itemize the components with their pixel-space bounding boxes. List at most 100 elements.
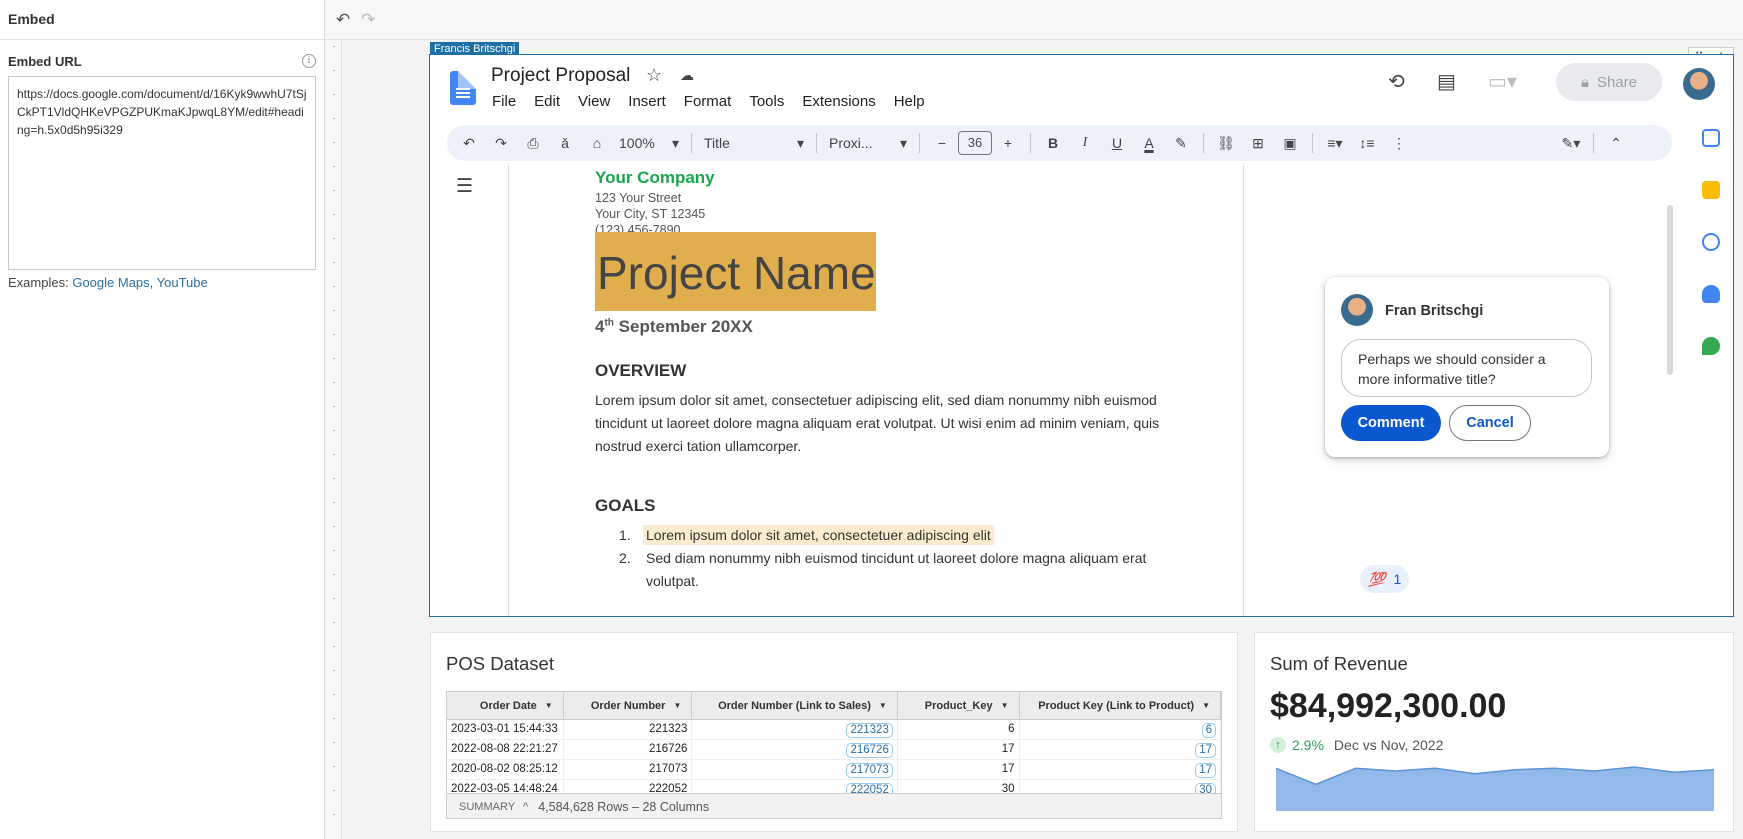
print-icon[interactable]: ⎙ xyxy=(517,129,549,157)
font-size-input[interactable]: 36 xyxy=(958,131,992,155)
undo-icon[interactable]: ↶ xyxy=(336,10,350,30)
cancel-button[interactable]: Cancel xyxy=(1449,405,1531,441)
text-color-icon[interactable]: A xyxy=(1133,129,1165,157)
menu-help[interactable]: Help xyxy=(894,93,925,110)
table-row[interactable]: 2020-08-02 08:25:12 217073 217073 17 17 xyxy=(447,760,1221,780)
redo-icon[interactable]: ↷ xyxy=(485,129,517,157)
undo-icon[interactable]: ↶ xyxy=(453,129,485,157)
version-history-icon[interactable]: ⟲ xyxy=(1388,69,1405,94)
ruler-tick xyxy=(333,502,335,503)
doc-title[interactable]: Project Proposal xyxy=(491,65,630,87)
redo-icon[interactable]: ↷ xyxy=(361,10,375,30)
link-pill[interactable]: 217073 xyxy=(846,763,893,778)
ruler-tick xyxy=(333,262,335,263)
link-icon[interactable]: ⛓ xyxy=(1210,129,1242,157)
comments-icon[interactable]: ▤ xyxy=(1437,69,1456,94)
menu-tools[interactable]: Tools xyxy=(749,93,784,110)
collapse-toolbar-icon[interactable]: ⌃ xyxy=(1600,129,1632,157)
cell: 217073 xyxy=(692,760,898,779)
underline-icon[interactable]: U xyxy=(1101,129,1133,157)
star-icon[interactable]: ☆ xyxy=(646,65,662,86)
table-summary-bar[interactable]: SUMMARY ^ 4,584,628 Rows – 28 Columns xyxy=(447,793,1221,818)
menu-insert[interactable]: Insert xyxy=(628,93,666,110)
comment-input[interactable]: Perhaps we should consider a more inform… xyxy=(1341,339,1592,397)
increase-font-size-icon[interactable]: + xyxy=(992,129,1024,157)
paint-format-icon[interactable]: ⌂ xyxy=(581,129,613,157)
ruler-tick xyxy=(333,406,335,407)
account-avatar[interactable] xyxy=(1683,68,1715,100)
chevron-up-icon[interactable]: ^ xyxy=(523,801,528,813)
align-icon[interactable]: ≡▾ xyxy=(1319,129,1351,157)
line-spacing-icon[interactable]: ↕≡ xyxy=(1351,129,1383,157)
bold-icon[interactable]: B xyxy=(1037,129,1069,157)
date-rest: September 20XX xyxy=(618,317,753,336)
maps-icon[interactable] xyxy=(1702,337,1720,355)
share-button[interactable]: 🔒︎ Share xyxy=(1556,63,1662,101)
editing-mode-icon[interactable]: ✎▾ xyxy=(1555,129,1587,157)
link-pill[interactable]: 17 xyxy=(1195,743,1216,758)
meet-icon[interactable]: ▭▾ xyxy=(1488,69,1517,94)
examples-label: Examples: xyxy=(8,275,69,290)
spellcheck-icon[interactable]: ǎ xyxy=(549,129,581,157)
calendar-icon[interactable] xyxy=(1702,129,1720,147)
link-pill[interactable]: 216726 xyxy=(846,743,893,758)
tasks-icon[interactable] xyxy=(1702,233,1720,251)
info-icon[interactable]: i xyxy=(302,54,316,68)
cloud-status-icon[interactable]: ☁ xyxy=(680,67,694,84)
sort-menu-icon[interactable]: ▼ xyxy=(1202,701,1210,710)
sort-menu-icon[interactable]: ▼ xyxy=(1001,701,1009,710)
cell: 221323 xyxy=(692,720,898,739)
project-name-heading: Project Name xyxy=(595,232,876,311)
column-header[interactable]: Order Date ▼ xyxy=(447,692,564,719)
sort-menu-icon[interactable]: ▼ xyxy=(673,701,681,710)
ruler-tick xyxy=(333,454,335,455)
menu-extensions[interactable]: Extensions xyxy=(802,93,875,110)
more-options-icon[interactable]: ⋮ xyxy=(1383,129,1415,157)
link-pill[interactable]: 17 xyxy=(1195,763,1216,778)
column-label: Product Key (Link to Product) xyxy=(1038,699,1195,712)
zoom-select[interactable]: 100% ▾ xyxy=(613,129,685,157)
menu-edit[interactable]: Edit xyxy=(534,93,560,110)
contacts-icon[interactable] xyxy=(1702,285,1720,303)
doc-toolbar: ↶ ↷ ⎙ ǎ ⌂ 100% ▾ Title ▾ Proxi... ▾ − 36 + … xyxy=(447,125,1672,161)
keep-icon[interactable] xyxy=(1702,181,1720,199)
example-link-youtube[interactable]: YouTube xyxy=(157,275,208,290)
emoji-reaction[interactable]: 💯 1 xyxy=(1360,565,1410,593)
style-value: Title xyxy=(704,135,730,151)
column-label: Order Number xyxy=(590,699,666,712)
add-comment-icon[interactable]: ⊞ xyxy=(1242,129,1274,157)
style-select[interactable]: Title ▾ xyxy=(698,129,810,157)
ruler-tick xyxy=(333,814,335,815)
chevron-down-icon: ▾ xyxy=(899,134,907,151)
document-outline-icon[interactable]: ☰ xyxy=(456,175,473,198)
table-row[interactable]: 2022-08-08 22:21:27 216726 216726 17 17 xyxy=(447,740,1221,760)
italic-icon[interactable]: I xyxy=(1069,129,1101,157)
comment-button[interactable]: Comment xyxy=(1341,405,1441,441)
zoom-value: 100% xyxy=(619,135,655,151)
link-pill[interactable]: 221323 xyxy=(846,723,893,738)
column-header[interactable]: Order Number (Link to Sales) ▼ xyxy=(692,692,898,719)
sort-menu-icon[interactable]: ▼ xyxy=(545,701,553,710)
document-page[interactable]: Your Company 123 Your Street Your City, … xyxy=(508,165,1244,616)
doc-scrollbar[interactable] xyxy=(1667,205,1673,375)
column-header[interactable]: Product Key (Link to Product) ▼ xyxy=(1020,692,1221,719)
embed-url-label: Embed URL xyxy=(8,54,82,69)
font-select[interactable]: Proxi... ▾ xyxy=(823,129,913,157)
ruler-tick xyxy=(333,286,335,287)
sort-menu-icon[interactable]: ▼ xyxy=(879,701,887,710)
menu-format[interactable]: Format xyxy=(684,93,732,110)
highlight-icon[interactable]: ✎ xyxy=(1165,129,1197,157)
menu-view[interactable]: View xyxy=(578,93,610,110)
embed-url-input[interactable] xyxy=(8,76,316,270)
column-header[interactable]: Product_Key ▼ xyxy=(898,692,1020,719)
link-pill[interactable]: 6 xyxy=(1201,723,1216,738)
google-docs-logo-icon[interactable] xyxy=(450,71,476,105)
example-link-google-maps[interactable]: Google Maps xyxy=(72,275,149,290)
menu-bar: File Edit View Insert Format Tools Exten… xyxy=(492,93,925,110)
column-header[interactable]: Order Number ▼ xyxy=(564,692,693,719)
table-row[interactable]: 2023-03-01 15:44:33 221323 221323 6 6 xyxy=(447,720,1221,740)
decrease-font-size-icon[interactable]: − xyxy=(926,129,958,157)
embed-url-label-row: Embed URL i xyxy=(8,54,316,69)
menu-file[interactable]: File xyxy=(492,93,516,110)
insert-image-icon[interactable]: ▣ xyxy=(1274,129,1306,157)
